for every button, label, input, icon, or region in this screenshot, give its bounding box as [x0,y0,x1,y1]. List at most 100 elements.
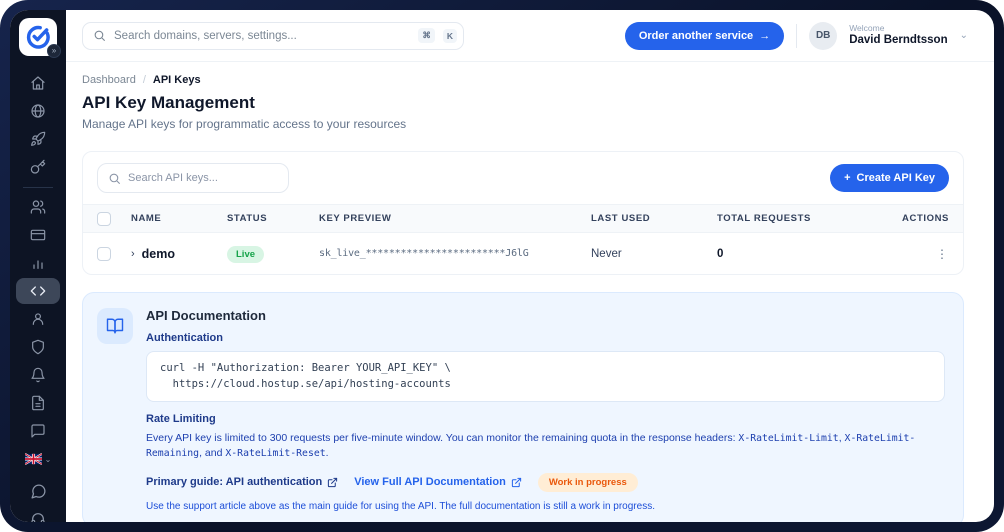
column-header-last-used[interactable]: LAST USED [591,213,717,224]
shield-icon [32,339,44,355]
rate-header-limit: X-RateLimit-Limit [738,432,839,444]
logo-check-circle-icon [26,25,50,49]
kbd-command: ⌘ [418,28,435,43]
auth-code-block[interactable]: curl -H "Authorization: Bearer YOUR_API_… [146,351,945,402]
headset-icon [31,513,45,522]
docs-body: API Documentation Authentication curl -H… [146,308,945,512]
code-line-1: curl -H "Authorization: Bearer YOUR_API_… [160,362,451,374]
sidebar-item-domains[interactable] [16,98,60,124]
docs-footnote: Use the support article above as the mai… [146,500,655,512]
app-window: » ⌄ Search domains, servers, settings...… [10,10,994,522]
sidebar-bottom-group: ⌄ [10,448,66,522]
key-preview: sk_live_************************J6lG [319,248,529,259]
column-header-total-requests[interactable]: TOTAL REQUESTS [717,213,893,224]
api-key-name-cell[interactable]: › demo [131,247,227,261]
breadcrumb-dashboard[interactable]: Dashboard [82,74,136,86]
user-name: David Berndtsson [849,33,948,46]
kbd-k: K [442,28,457,43]
arrow-right-icon: → [759,29,771,42]
table-row: › demo Live sk_live_********************… [83,233,963,274]
rocket-icon [31,131,46,146]
select-all-checkbox[interactable] [97,211,111,226]
sidebar: » ⌄ [10,10,66,522]
sidebar-item-documents[interactable] [16,390,60,416]
avatar[interactable]: DB [809,21,838,50]
row-actions-menu[interactable]: ⋮ [893,247,949,261]
api-key-search[interactable] [97,163,289,193]
row-checkbox[interactable] [97,246,111,261]
user-icon [32,313,44,325]
rate-sep-2: , and [199,446,226,459]
global-search-input[interactable] [114,29,411,42]
main-area: ⌘ K Order another service → DB Welcome D… [66,10,994,522]
rate-text-suffix: . [325,446,329,459]
user-menu-chevron-icon[interactable]: ⌄ [960,30,968,41]
external-link-icon [511,477,521,488]
column-header-name[interactable]: NAME [131,213,227,224]
sidebar-divider [23,187,53,188]
view-full-docs-link[interactable]: View Full API Documentation [354,476,522,488]
create-api-key-label: Create API Key [856,172,935,184]
status-badge: Live [227,246,265,263]
key-icon [30,159,46,174]
external-link-icon [328,477,338,488]
page-content: Dashboard / API Keys API Key Management … [66,62,994,522]
docs-title: API Documentation [146,308,266,323]
search-icon [94,30,105,41]
expand-chevron-icon[interactable]: › [131,248,135,260]
user-info[interactable]: Welcome David Berndtsson [849,23,948,47]
work-in-progress-badge: Work in progress [537,472,638,492]
order-service-button[interactable]: Order another service → [624,21,785,50]
primary-guide-link[interactable]: Primary guide: API authentication [146,476,338,488]
sidebar-item-analytics[interactable] [16,250,60,276]
total-requests-value: 0 [717,247,724,260]
chat-bubble-icon [30,483,46,499]
topbar-right: Order another service → DB Welcome David… [624,21,968,50]
sidebar-item-home[interactable] [16,70,60,96]
sidebar-item-api-keys[interactable] [16,278,60,304]
sidebar-item-account[interactable] [16,306,60,332]
sidebar-expand-button[interactable]: » [47,44,61,58]
api-key-search-input[interactable] [128,172,278,184]
global-search[interactable]: ⌘ K [82,21,464,50]
create-api-key-button[interactable]: + Create API Key [830,164,949,192]
sidebar-item-support[interactable] [16,418,60,444]
sidebar-item-servers[interactable] [16,126,60,152]
api-documentation-panel: API Documentation Authentication curl -H… [82,292,964,522]
sidebar-item-billing[interactable] [16,222,60,248]
card-header: + Create API Key [83,152,963,204]
breadcrumb-current: API Keys [152,74,201,86]
column-header-status[interactable]: STATUS [227,213,319,224]
language-selector[interactable]: ⌄ [24,448,52,470]
breadcrumb: Dashboard / API Keys [82,74,964,86]
chevron-down-icon: ⌄ [44,454,52,464]
file-text-icon [32,395,44,411]
users-icon [30,200,46,214]
view-full-docs-label: View Full API Documentation [354,476,506,489]
table-header-row: NAME STATUS KEY PREVIEW LAST USED TOTAL … [83,204,963,233]
rate-text-prefix: Every API key is limited to 300 requests… [146,431,739,444]
api-keys-card: + Create API Key NAME STATUS KEY PREVIEW… [82,151,964,275]
topbar-divider [796,23,798,48]
globe-icon [31,104,45,118]
order-service-label: Order another service [638,29,754,42]
rate-limiting-label: Rate Limiting [146,412,216,425]
last-used-value: Never [591,247,622,260]
book-open-icon [106,318,124,334]
welcome-label: Welcome [849,23,885,33]
sidebar-item-security[interactable] [16,334,60,360]
sidebar-item-access-keys[interactable] [16,154,60,180]
search-icon [109,173,120,184]
sidebar-item-headset[interactable] [16,506,60,522]
bar-chart-icon [33,260,43,269]
message-square-icon [31,424,45,438]
code-line-2: https://cloud.hostup.se/api/hosting-acco… [160,378,451,391]
sidebar-item-notifications[interactable] [16,362,60,388]
logo-container: » [19,18,61,58]
column-header-key-preview[interactable]: KEY PREVIEW [319,213,591,224]
sidebar-item-chat[interactable] [16,478,60,504]
book-icon-container [97,308,133,344]
sidebar-item-users[interactable] [16,194,60,220]
home-icon [31,76,45,90]
bell-icon [31,367,45,383]
